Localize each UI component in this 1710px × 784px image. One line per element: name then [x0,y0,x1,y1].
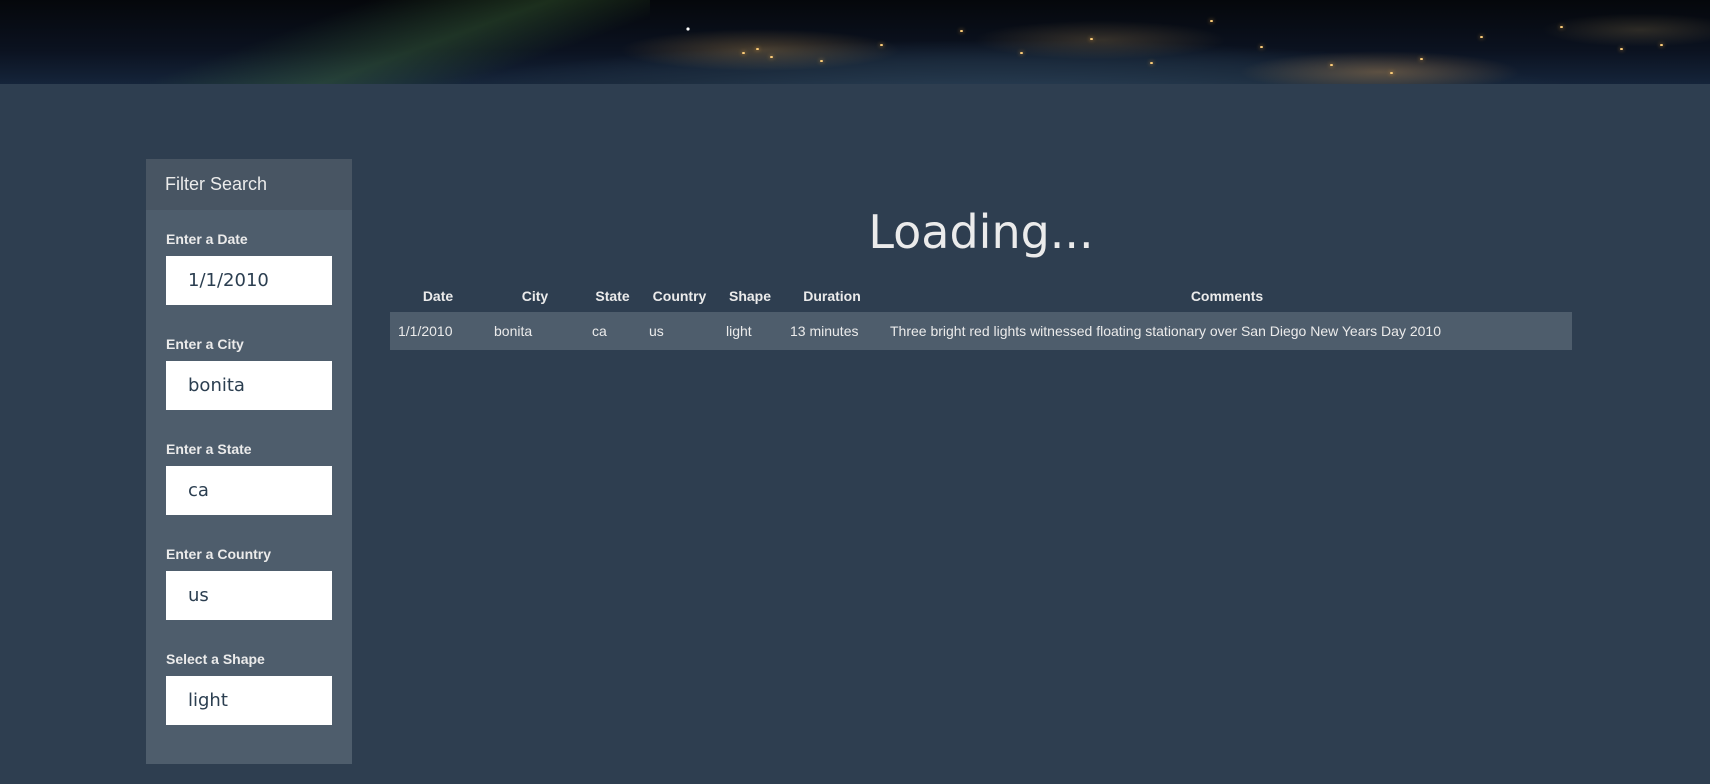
filter-date-group: Enter a Date [166,230,332,305]
column-header-date[interactable]: Date [390,280,486,312]
shape-select[interactable] [166,676,332,725]
column-header-country[interactable]: Country [641,280,718,312]
cell-comments: Three bright red lights witnessed floati… [890,323,1441,339]
date-label: Enter a Date [166,231,248,247]
filter-state-group: Enter a State [166,440,332,515]
cell-city: bonita [494,323,533,339]
cell-duration: 13 minutes [790,323,859,339]
filter-city-group: Enter a City [166,335,332,410]
state-input[interactable] [166,466,332,515]
column-header-shape[interactable]: Shape [718,280,782,312]
column-header-state[interactable]: State [584,280,641,312]
table-row: 1/1/2010 bonita ca us light 13 minutes T… [390,312,1572,350]
filter-search-panel: Filter Search Enter a Date Enter a City … [146,159,352,764]
cell-state: ca [592,323,607,339]
sightings-table: Date City State Country Shape Duration C… [390,280,1572,350]
city-lights [0,0,1710,84]
column-header-comments[interactable]: Comments [882,280,1572,312]
shape-label: Select a Shape [166,651,265,667]
city-input[interactable] [166,361,332,410]
filter-country-group: Enter a Country [166,545,332,620]
header-banner-image [0,0,1710,84]
column-header-duration[interactable]: Duration [782,280,882,312]
country-label: Enter a Country [166,546,272,562]
filter-shape-group: Select a Shape [166,650,332,725]
country-input[interactable] [166,571,332,620]
cell-country: us [649,323,664,339]
column-header-city[interactable]: City [486,280,584,312]
city-label: Enter a City [166,336,244,352]
cell-date: 1/1/2010 [398,323,453,339]
table-header-row: Date City State Country Shape Duration C… [390,280,1572,312]
cell-shape: light [726,323,752,339]
state-label: Enter a State [166,441,252,457]
filter-search-heading: Filter Search [146,159,352,210]
date-input[interactable] [166,256,332,305]
page-title: Loading... [868,205,1094,259]
